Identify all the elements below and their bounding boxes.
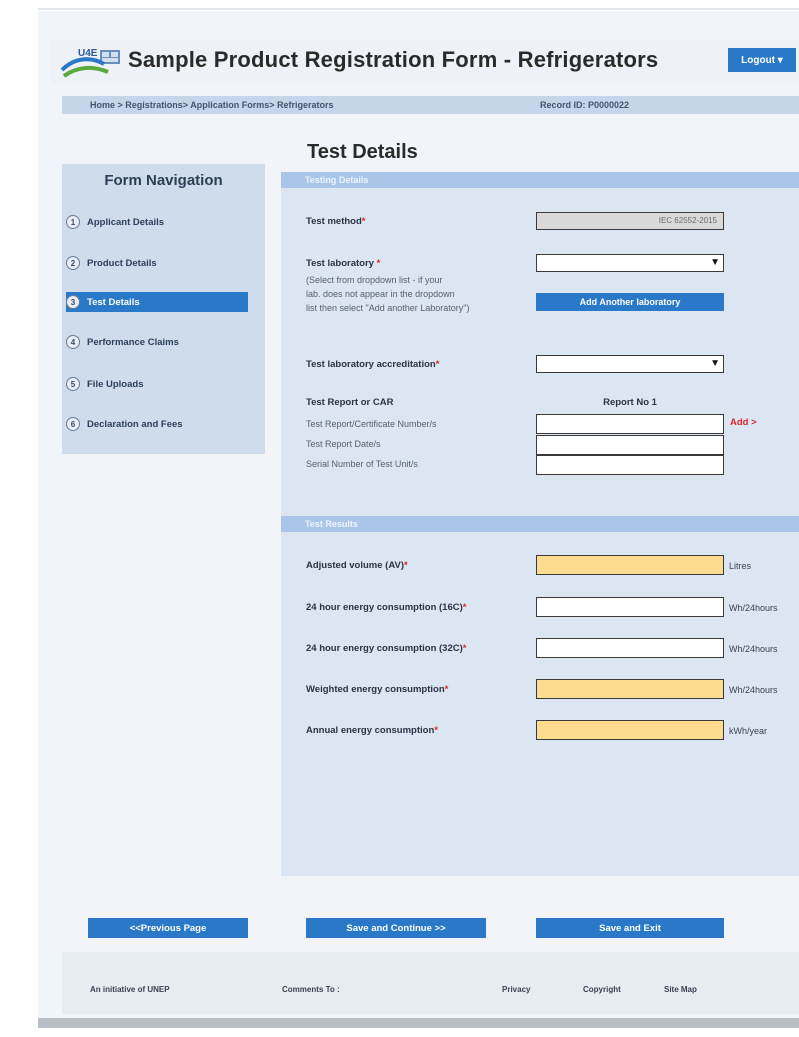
energy-32c-field[interactable] — [536, 638, 724, 658]
step-number: 5 — [66, 377, 80, 391]
top-divider — [38, 8, 799, 10]
previous-page-button[interactable]: <<Previous Page — [88, 918, 248, 938]
nav-item-label: Product Details — [87, 257, 157, 269]
form-navigation: Form Navigation 1 Applicant Details 2 Pr… — [62, 164, 265, 454]
accreditation-label: Test laboratory accreditation* — [306, 359, 440, 370]
annual-energy-field[interactable] — [536, 720, 724, 740]
record-id: Record ID: P0000022 — [540, 100, 630, 110]
step-number: 3 — [66, 295, 80, 309]
test-results-header: Test Results — [281, 516, 799, 532]
nav-item-product-details[interactable]: 2 Product Details — [66, 253, 248, 273]
test-method-field: IEC 62552-2015 — [536, 212, 724, 230]
add-laboratory-button[interactable]: Add Another laboratory — [536, 293, 724, 311]
nav-item-label: Declaration and Fees — [87, 418, 183, 430]
step-number: 1 — [66, 215, 80, 229]
energy-16c-field[interactable] — [536, 597, 724, 617]
adjusted-volume-label: Adjusted volume (AV)* — [306, 560, 408, 571]
footer-copyright-link[interactable]: Copyright — [583, 985, 621, 994]
logout-label: Logout — [741, 54, 776, 66]
footer-initiative: An initiative of UNEP — [90, 985, 170, 994]
weighted-energy-label: Weighted energy consumption* — [306, 684, 449, 695]
test-report-label: Test Report or CAR — [306, 397, 394, 408]
annual-energy-label: Annual energy consumption* — [306, 725, 438, 736]
report-number-field[interactable] — [536, 414, 724, 434]
footer-comments-link[interactable]: Comments To : — [282, 985, 340, 994]
report-number-heading: Report No 1 — [603, 397, 657, 408]
test-laboratory-help: (Select from dropdown list - if your lab… — [306, 275, 470, 313]
nav-item-label: Performance Claims — [87, 336, 179, 348]
save-and-continue-button[interactable]: Save and Continue >> — [306, 918, 486, 938]
weighted-energy-field[interactable] — [536, 679, 724, 699]
nav-item-file-uploads[interactable]: 5 File Uploads — [66, 374, 248, 394]
nav-item-label: Applicant Details — [87, 216, 165, 228]
adjusted-volume-field[interactable] — [536, 555, 724, 575]
report-number-label: Test Report/Certificate Number/s — [306, 419, 437, 429]
nav-item-label: File Uploads — [87, 378, 144, 390]
save-and-exit-button[interactable]: Save and Exit — [536, 918, 724, 938]
test-method-label: Test method* — [306, 216, 366, 227]
nav-item-applicant-details[interactable]: 1 Applicant Details — [66, 212, 248, 232]
page-title: Test Details — [307, 141, 418, 163]
svg-text:U4E: U4E — [78, 48, 98, 59]
energy-32c-unit: Wh/24hours — [729, 644, 778, 654]
u4e-logo: U4E — [60, 44, 122, 80]
bottom-shadow — [38, 1018, 799, 1028]
logout-button[interactable]: Logout ▾ — [728, 48, 796, 72]
test-laboratory-select[interactable] — [536, 254, 724, 272]
breadcrumb: Home > Registrations> Application Forms>… — [62, 96, 799, 114]
nav-item-declaration-and-fees[interactable]: 6 Declaration and Fees — [66, 414, 248, 434]
serial-number-field[interactable] — [536, 455, 724, 475]
step-number: 6 — [66, 417, 80, 431]
adjusted-volume-unit: Litres — [729, 561, 752, 571]
breadcrumb-path[interactable]: Home > Registrations> Application Forms>… — [90, 100, 333, 110]
report-date-label: Test Report Date/s — [306, 439, 381, 449]
footer-sitemap-link[interactable]: Site Map — [664, 985, 697, 994]
serial-number-label: Serial Number of Test Unit/s — [306, 459, 418, 469]
step-number: 4 — [66, 335, 80, 349]
nav-item-label: Test Details — [87, 296, 140, 308]
chevron-down-icon: ▾ — [775, 54, 783, 66]
form-title: Sample Product Registration Form - Refri… — [128, 47, 659, 72]
footer-privacy-link[interactable]: Privacy — [502, 985, 530, 994]
energy-32c-label: 24 hour energy consumption (32C)* — [306, 643, 467, 654]
annual-energy-unit: kWh/year — [729, 726, 768, 736]
energy-16c-unit: Wh/24hours — [729, 603, 778, 613]
report-date-field[interactable] — [536, 435, 724, 455]
test-laboratory-label: Test laboratory * — [306, 258, 381, 269]
add-report-link[interactable]: Add > — [730, 417, 757, 428]
footer — [62, 952, 799, 1014]
nav-title: Form Navigation — [104, 172, 223, 189]
nav-item-performance-claims[interactable]: 4 Performance Claims — [66, 332, 248, 352]
nav-item-test-details[interactable]: 3 Test Details — [66, 292, 248, 312]
accreditation-select[interactable] — [536, 355, 724, 373]
step-number: 2 — [66, 256, 80, 270]
testing-details-header: Testing Details — [281, 172, 799, 188]
energy-16c-label: 24 hour energy consumption (16C)* — [306, 602, 467, 613]
weighted-energy-unit: Wh/24hours — [729, 685, 778, 695]
